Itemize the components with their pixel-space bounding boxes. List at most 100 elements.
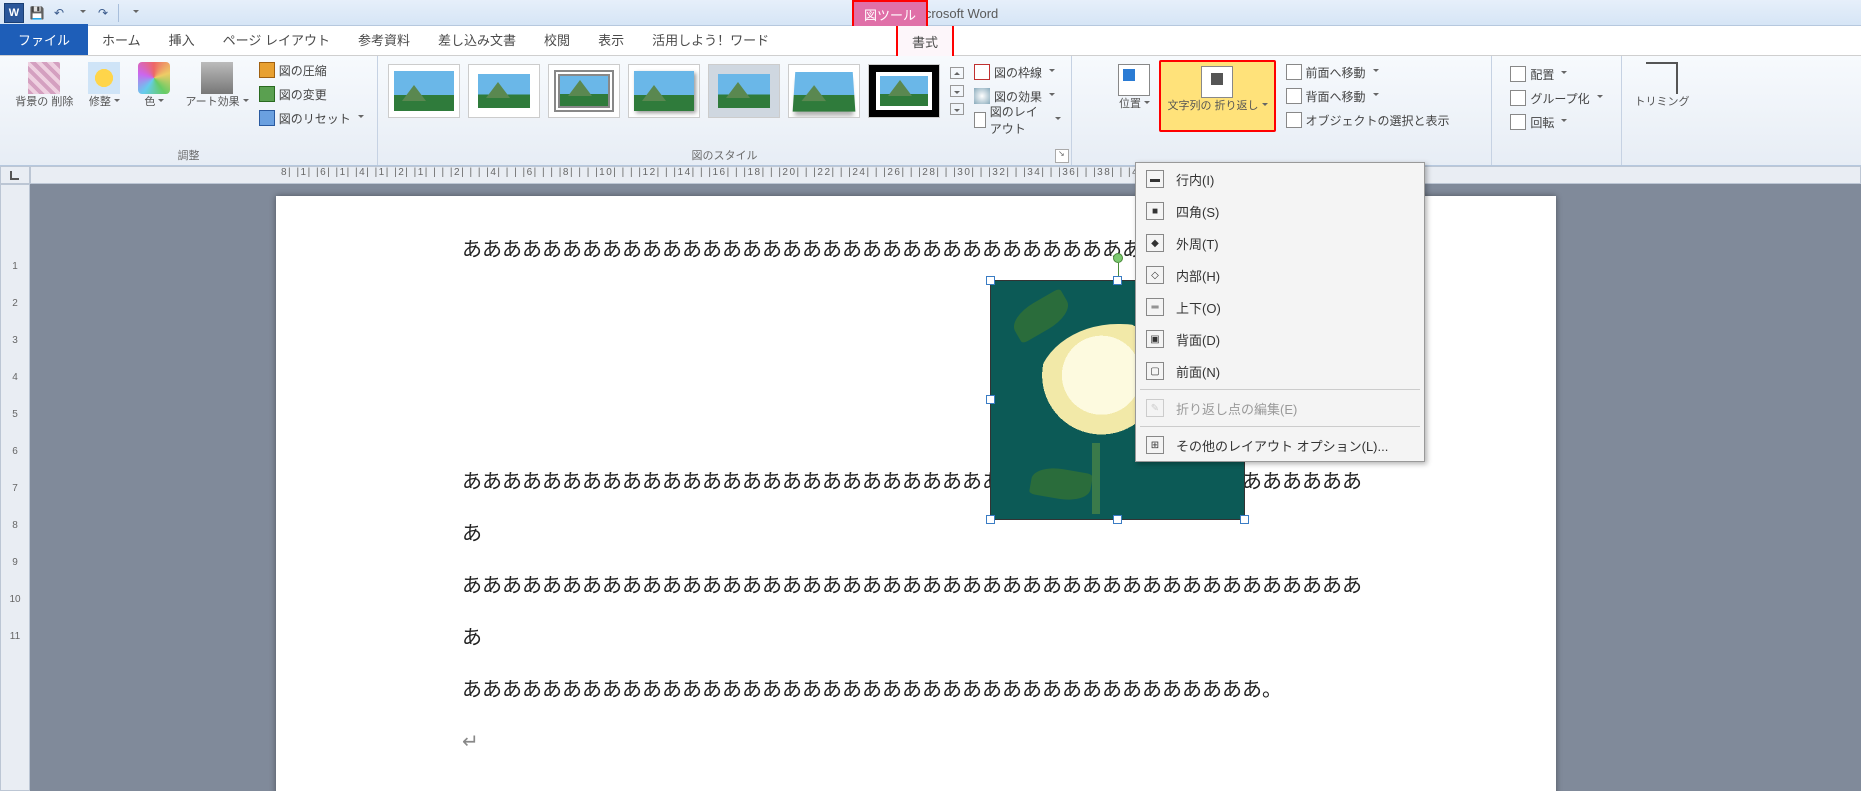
tab-home[interactable]: ホーム [88, 24, 155, 55]
compress-picture-button[interactable]: 図の圧縮 [255, 58, 368, 82]
wrap-topbottom[interactable]: ═上下(O) [1136, 291, 1424, 323]
corrections-button[interactable]: 修整 [79, 58, 129, 130]
wrap-behind[interactable]: ▣背面(D) [1136, 323, 1424, 355]
paragraph-3: ああああああああああああああああああああああああああああああああああああああああ… [462, 560, 1370, 664]
through-icon: ◇ [1146, 266, 1164, 284]
gallery-down-button[interactable] [950, 85, 964, 97]
undo-dropdown[interactable] [72, 4, 90, 22]
topbottom-icon: ═ [1146, 298, 1164, 316]
crop-button[interactable]: トリミング [1629, 58, 1696, 113]
text-wrap-menu: ▬行内(I) ■四角(S) ◆外周(T) ◇内部(H) ═上下(O) ▣背面(D… [1135, 162, 1425, 462]
wrap-more-options[interactable]: ⊞その他のレイアウト オプション(L)... [1136, 429, 1424, 461]
align-icon [1510, 66, 1526, 82]
position-icon [1118, 64, 1150, 96]
menu-separator [1140, 426, 1420, 427]
style-thumb-4[interactable] [628, 64, 700, 118]
reset-picture-button[interactable]: 図のリセット [255, 106, 368, 130]
wrap-icon [1201, 66, 1233, 98]
resize-handle-bm[interactable] [1113, 515, 1122, 524]
tab-view[interactable]: 表示 [584, 24, 638, 55]
style-thumb-6[interactable] [788, 64, 860, 118]
picture-outline-button[interactable]: 図の枠線 [970, 60, 1065, 84]
rotate-button[interactable]: 回転 [1506, 110, 1606, 134]
bring-fwd-icon [1286, 64, 1302, 80]
wrap-tight[interactable]: ◆外周(T) [1136, 227, 1424, 259]
style-thumb-3[interactable] [548, 64, 620, 118]
artistic-effects-button[interactable]: アート効果 [179, 58, 254, 130]
tab-review[interactable]: 校閲 [530, 24, 584, 55]
sel-pane-icon [1286, 112, 1302, 128]
group-button[interactable]: グループ化 [1506, 86, 1606, 110]
square-icon: ■ [1146, 202, 1164, 220]
send-backward-button[interactable]: 背面へ移動 [1282, 84, 1454, 108]
rotate-handle[interactable] [1113, 253, 1123, 263]
resize-handle-ml[interactable] [986, 395, 995, 404]
redo-button[interactable]: ↷ [94, 4, 112, 22]
wrap-inline[interactable]: ▬行内(I) [1136, 163, 1424, 195]
ruler-v-tick: 2 [12, 298, 18, 309]
horizontal-ruler[interactable]: 8| |1| |6| |1| |4| |1| |2| |1| | | |2| |… [30, 166, 1861, 184]
group-icon [1510, 90, 1526, 106]
align-button[interactable]: 配置 [1506, 62, 1606, 86]
text-wrap-button[interactable]: 文字列の 折り返し [1159, 60, 1275, 132]
style-thumb-5[interactable] [708, 64, 780, 118]
resize-handle-tl[interactable] [986, 276, 995, 285]
vertical-ruler[interactable]: 1 2 3 4 5 6 7 8 9 10 11 [0, 184, 30, 791]
resize-handle-br[interactable] [1240, 515, 1249, 524]
group-adjust: 背景の 削除 修整 色 アート効果 図の圧縮 図の変更 図のリセット 調整 [0, 56, 378, 165]
group-label-adjust: 調整 [0, 147, 377, 163]
gallery-scroll [948, 64, 966, 118]
ruler-corner[interactable] [0, 166, 30, 184]
bring-forward-button[interactable]: 前面へ移動 [1282, 60, 1454, 84]
editpts-icon: ✎ [1146, 399, 1164, 417]
selection-pane-button[interactable]: オブジェクトの選択と表示 [1282, 108, 1454, 132]
style-thumb-2[interactable] [468, 64, 540, 118]
style-thumb-1[interactable] [388, 64, 460, 118]
front-icon: ▢ [1146, 362, 1164, 380]
corrections-icon [88, 62, 120, 94]
styles-dialog-launcher[interactable] [1055, 149, 1069, 163]
ruler-v-tick: 6 [12, 446, 18, 457]
rotate-connector [1118, 263, 1119, 277]
tab-mailings[interactable]: 差し込み文書 [424, 24, 530, 55]
group-arrange: 位置 文字列の 折り返し 前面へ移動 背面へ移動 オブジェクトの選択と表示 [1072, 56, 1492, 165]
wrap-front[interactable]: ▢前面(N) [1136, 355, 1424, 387]
ruler-v-tick: 1 [12, 261, 18, 272]
gallery-up-button[interactable] [950, 67, 964, 79]
behind-icon: ▣ [1146, 330, 1164, 348]
tab-insert[interactable]: 挿入 [155, 24, 209, 55]
document-area: あああああああああああああああああああああああああああああああああああああああ … [30, 184, 1861, 791]
quick-access-toolbar: 💾 ↶ ↷ [28, 4, 143, 22]
color-button[interactable]: 色 [129, 58, 179, 130]
ruler-v-tick: 10 [9, 594, 20, 605]
rotate-icon [1510, 114, 1526, 130]
remove-bg-icon [28, 62, 60, 94]
qat-customize[interactable] [125, 4, 143, 22]
wrap-through[interactable]: ◇内部(H) [1136, 259, 1424, 291]
style-thumb-7[interactable] [868, 64, 940, 118]
tabstop-icon [9, 169, 21, 181]
gallery-more-button[interactable] [950, 103, 964, 115]
outline-icon [974, 64, 990, 80]
tab-page-layout[interactable]: ページ レイアウト [209, 24, 344, 55]
change-picture-button[interactable]: 図の変更 [255, 82, 368, 106]
context-tool-label: 図ツール [852, 0, 928, 26]
resize-handle-tm[interactable] [1113, 276, 1122, 285]
tab-references[interactable]: 参考資料 [344, 24, 424, 55]
tab-file[interactable]: ファイル [0, 24, 88, 55]
send-back-icon [1286, 88, 1302, 104]
compress-icon [259, 62, 275, 78]
undo-button[interactable]: ↶ [50, 4, 68, 22]
tight-icon: ◆ [1146, 234, 1164, 252]
tab-addin[interactable]: 活用しよう！ワード [638, 24, 783, 55]
resize-handle-bl[interactable] [986, 515, 995, 524]
tab-picture-format[interactable]: 書式 [896, 26, 954, 59]
picture-layout-button[interactable]: 図のレイアウト [970, 108, 1065, 132]
remove-background-button[interactable]: 背景の 削除 [9, 58, 79, 130]
wrap-square[interactable]: ■四角(S) [1136, 195, 1424, 227]
crop-icon [1646, 62, 1678, 94]
position-button[interactable]: 位置 [1109, 60, 1159, 132]
save-button[interactable]: 💾 [28, 4, 46, 22]
ruler-v-tick: 4 [12, 372, 18, 383]
group-label-styles: 図のスタイル [378, 147, 1071, 163]
